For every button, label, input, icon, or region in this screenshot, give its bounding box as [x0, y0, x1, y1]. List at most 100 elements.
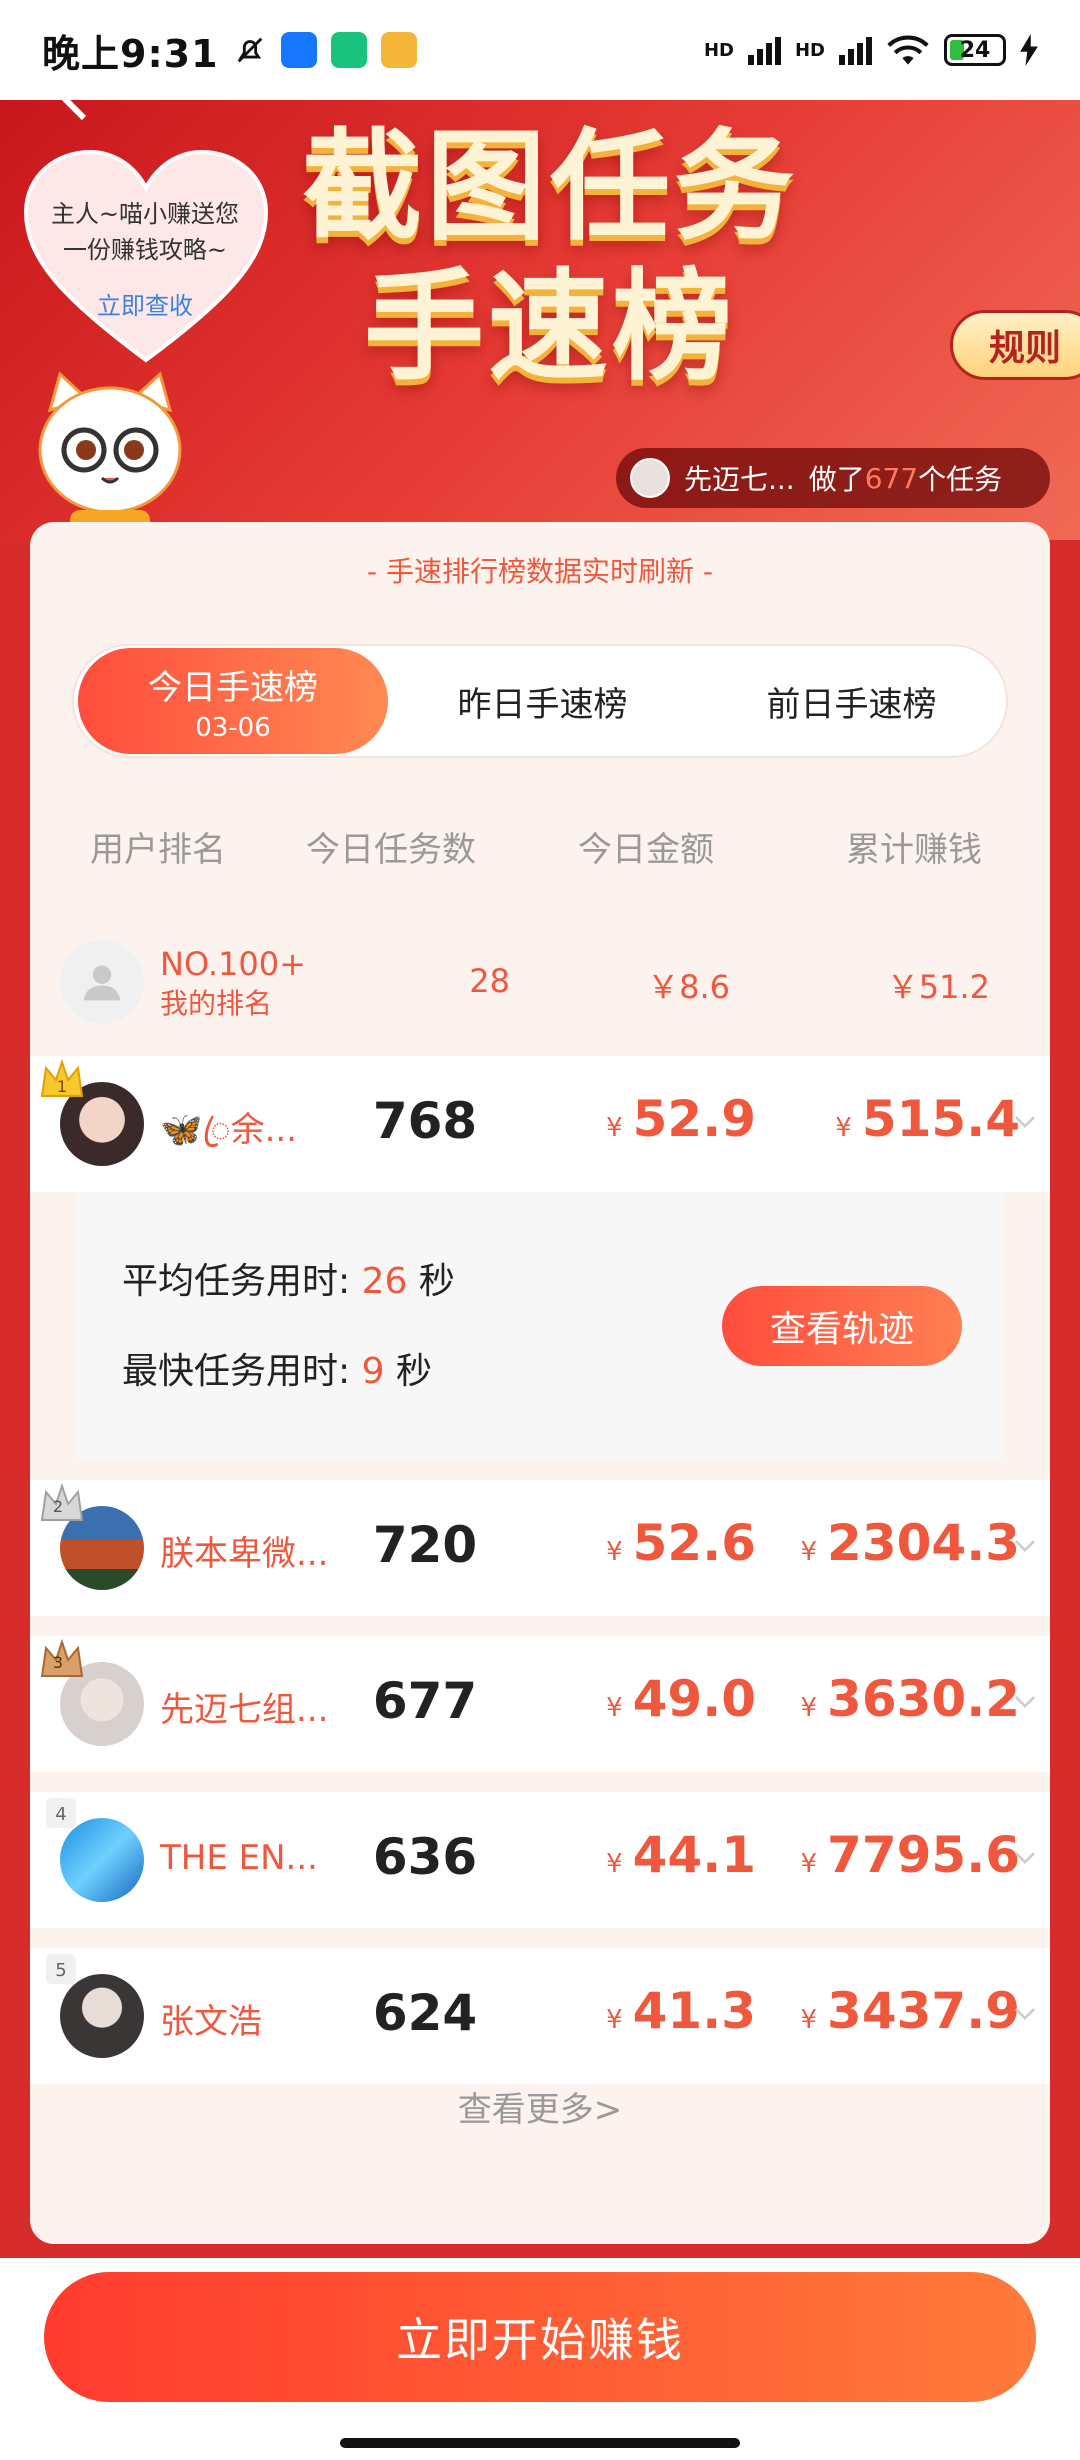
currency-symbol: ¥ [606, 2005, 623, 2035]
col-today-amount: 今日金额 [578, 830, 714, 870]
today-amount-value: 41.3 [632, 1982, 756, 2040]
total-amount: ¥3630.2 [790, 1670, 1021, 1728]
rank-number: 4 [55, 1804, 66, 1825]
rank-row-1[interactable]: 1 🦋ꦿ余... 768 ¥52.9 ¥515.4 [30, 1056, 1050, 1192]
today-amount: ¥49.0 [586, 1670, 756, 1728]
today-amount: ¥52.6 [586, 1514, 756, 1572]
column-headers: 用户排名 今日任务数 今日金额 累计赚钱 [30, 822, 1050, 872]
ticker-count: 677 [864, 461, 919, 495]
ticker-name: 先迈七... [684, 463, 795, 496]
tab-today[interactable]: 今日手速榜 03-06 [78, 648, 388, 754]
rank-row-2[interactable]: 2 朕本卑微... 720 ¥52.6 ¥2304.3 [30, 1480, 1050, 1616]
battery-level: 24 [959, 37, 991, 63]
my-rank-number: NO.100+ [160, 945, 306, 983]
user-placeholder-icon [83, 965, 121, 1001]
chevron-down-icon[interactable] [1012, 1532, 1038, 1558]
rank-row-4[interactable]: 4 THE EN... 636 ¥44.1 ¥7795.6 [30, 1792, 1050, 1928]
tab-day-before[interactable]: 前日手速榜 [697, 646, 1006, 756]
status-bar: 晚上9:31 HD HD 24 [0, 0, 1080, 100]
fast-time-line: 最快任务用时: 9 秒 [122, 1342, 432, 1394]
rank-name: 🦋ꦿ余... [160, 1110, 298, 1150]
col-total-earned: 累计赚钱 [846, 830, 982, 870]
chevron-down-icon[interactable] [1012, 1844, 1038, 1870]
currency-symbol: ¥ [800, 2005, 818, 2035]
signal-icon [747, 35, 781, 65]
currency-symbol: ¥ [606, 1849, 623, 1879]
total-amount-value: 3630.2 [827, 1670, 1020, 1728]
back-icon[interactable] [56, 100, 96, 134]
chevron-up-icon[interactable] [1012, 1108, 1038, 1134]
refresh-note: - 手速排行榜数据实时刷新 - [366, 555, 713, 588]
my-rank-row: NO.100+ 我的排名 28 ￥8.6 ￥51.2 [30, 922, 1050, 1042]
today-amount-value: 52.6 [632, 1514, 756, 1572]
rank-name: THE EN... [160, 1838, 318, 1878]
tab-today-date: 03-06 [195, 712, 271, 743]
task-ticker: 先迈七... 做了 677 个任务 [616, 448, 1050, 508]
avg-time-value: 26 [361, 1261, 408, 1302]
crown-gold-icon: 1 [40, 1058, 84, 1097]
tab-today-label: 今日手速榜 [148, 667, 318, 708]
ticker-prefix: 做了 [808, 463, 865, 496]
ticker-suffix: 个任务 [918, 463, 1003, 496]
total-amount-value: 3437.9 [827, 1982, 1020, 2040]
rank-name: 张文浩 [160, 2002, 262, 2042]
fast-time-value: 9 [361, 1351, 385, 1392]
leaderboard-card: - 手速排行榜数据实时刷新 - 今日手速榜 03-06 昨日手速榜 前日手速榜 … [30, 522, 1050, 2244]
task-count: 677 [372, 1672, 478, 1730]
rules-button[interactable]: 规则 [950, 310, 1080, 380]
total-amount: ¥515.4 [790, 1090, 1020, 1148]
rank-name: 先迈七组... [160, 1690, 329, 1730]
bell-muted-icon [237, 37, 262, 63]
tab-day-before-label: 前日手速榜 [766, 684, 937, 725]
today-amount-value: 44.1 [632, 1826, 756, 1884]
col-user-rank: 用户排名 [90, 830, 226, 870]
currency-symbol: ¥ [606, 1537, 623, 1567]
view-more-link[interactable]: 查看更多> [30, 2082, 1050, 2131]
start-earning-button[interactable]: 立即开始赚钱 [44, 2272, 1036, 2402]
currency-symbol: ¥ [800, 1693, 818, 1723]
rank-number: 5 [55, 1960, 66, 1981]
view-track-button[interactable]: 查看轨迹 [722, 1286, 962, 1366]
tab-yesterday[interactable]: 昨日手速榜 [388, 646, 697, 756]
rank-row-5[interactable]: 5 张文浩 624 ¥41.3 ¥3437.9 [30, 1948, 1050, 2084]
row-detail-panel: 平均任务用时: 26 秒 最快任务用时: 9 秒 查看轨迹 [76, 1192, 1004, 1460]
crown-bronze-icon: 3 [40, 1638, 84, 1677]
banner: 主人~喵小赚送您 一份赚钱攻略~ 立即查收 截图任务 手速榜 规则 先迈七...… [0, 100, 1080, 540]
claim-link[interactable]: 立即查收 [40, 286, 250, 321]
hd-label: HD [703, 39, 734, 61]
total-amount-value: 515.4 [861, 1090, 1020, 1148]
total-amount: ¥3437.9 [790, 1982, 1021, 2040]
col-today-tasks: 今日任务数 [306, 830, 476, 870]
today-amount: ¥44.1 [586, 1826, 756, 1884]
my-rank-caption: 我的排名 [160, 987, 273, 1020]
chevron-down-icon[interactable] [1012, 1688, 1038, 1714]
task-count: 720 [372, 1516, 478, 1574]
total-amount-value: 2304.3 [827, 1514, 1020, 1572]
today-amount-value: 52.9 [632, 1090, 756, 1148]
total-amount: ¥7795.6 [790, 1826, 1021, 1884]
charging-icon [1020, 34, 1038, 66]
my-rank-label: NO.100+ 我的排名 [160, 944, 306, 1024]
bottom-bar: 立即开始赚钱 [0, 2258, 1080, 2460]
currency-symbol: ¥ [606, 1113, 623, 1143]
my-tasks: 28 [469, 962, 510, 1000]
message-app-icon [380, 32, 417, 68]
cat-mascot-icon [38, 371, 182, 540]
rank-row-3[interactable]: 3 先迈七组... 677 ¥49.0 ¥3630.2 [30, 1636, 1050, 1772]
rank-number: 3 [53, 1653, 63, 1672]
hd-label-2: HD [794, 39, 825, 61]
heart-text: 主人~喵小赚送您 一份赚钱攻略~ [40, 196, 250, 268]
chevron-down-icon[interactable] [1012, 2000, 1038, 2026]
currency-symbol: ¥ [606, 1693, 623, 1723]
wifi-icon [887, 35, 929, 65]
banner-title: 截图任务 手速榜 [290, 118, 810, 398]
currency-symbol: ¥ [835, 1113, 852, 1143]
my-total: ￥51.2 [886, 968, 990, 1006]
heart-text-line2: 一份赚钱攻略~ [62, 236, 228, 264]
heart-text-line1: 主人~喵小赚送您 [50, 200, 240, 228]
status-time: 晚上9:31 [42, 31, 219, 76]
home-indicator[interactable] [340, 2438, 740, 2448]
signal-icon-2 [839, 35, 872, 65]
rank-number: 1 [57, 1077, 67, 1096]
fast-time-label: 最快任务用时: [122, 1351, 351, 1392]
